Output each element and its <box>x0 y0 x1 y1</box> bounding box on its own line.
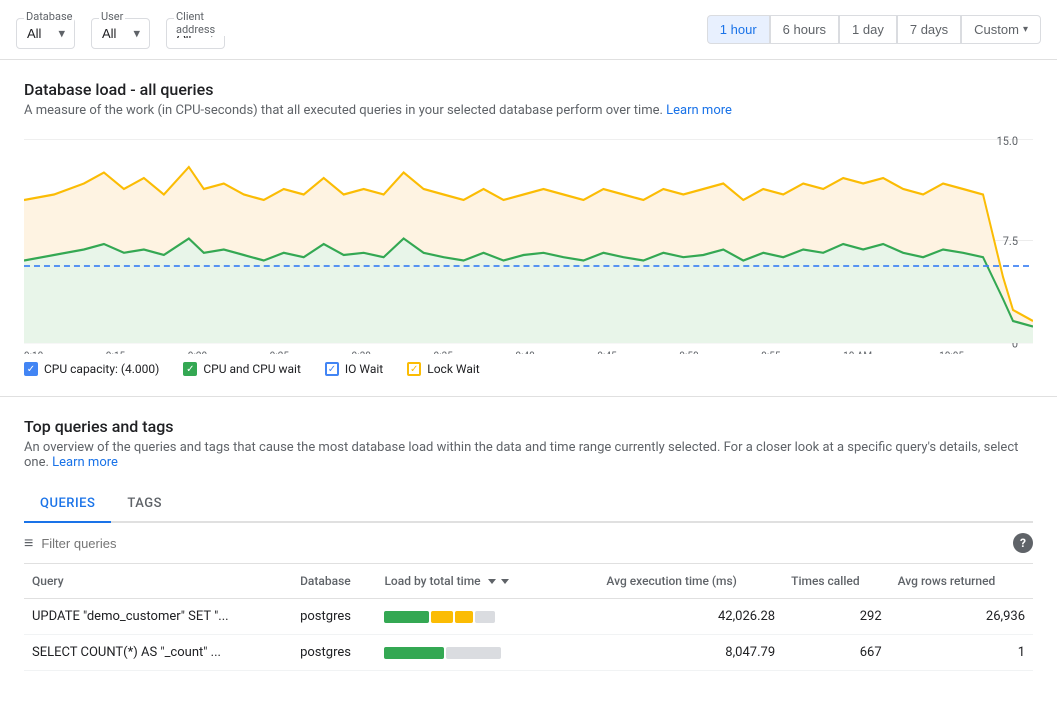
cell-avg-exec-1: 42,026.28 <box>598 599 783 635</box>
database-load-desc: A measure of the work (in CPU-seconds) t… <box>24 103 1033 118</box>
table-header-row: Query Database Load by total time Avg ex… <box>24 564 1033 599</box>
legend-checkbox-lock-wait: ✓ <box>407 362 421 376</box>
database-load-title: Database load - all queries <box>24 80 1033 99</box>
cell-avg-exec-2: 8,047.79 <box>598 635 783 671</box>
svg-text:9:30: 9:30 <box>352 349 371 354</box>
table-row[interactable]: SELECT COUNT(*) AS "_count" ... postgres… <box>24 635 1033 671</box>
chart-container: 15.0 7.5 0 9:10 9:15 9:20 9:25 9:30 9:35… <box>24 134 1033 354</box>
th-avg-rows: Avg rows returned <box>890 564 1033 599</box>
legend-label-cpu-wait: CPU and CPU wait <box>203 362 301 376</box>
svg-text:9:45: 9:45 <box>597 349 616 354</box>
cell-query-2: SELECT COUNT(*) AS "_count" ... <box>24 635 292 671</box>
svg-text:9:25: 9:25 <box>270 349 289 354</box>
load-segment-orange-1a <box>431 611 453 623</box>
chart-legend: ✓ CPU capacity: (4.000) ✓ CPU and CPU wa… <box>24 362 1033 376</box>
filter-bar: Database All User All Client address All… <box>0 0 1057 60</box>
svg-text:9:40: 9:40 <box>516 349 535 354</box>
load-segment-green-1 <box>384 611 429 623</box>
th-avg-exec-time: Avg execution time (ms) <box>598 564 783 599</box>
queries-section: Top queries and tags An overview of the … <box>0 397 1057 671</box>
load-segment-orange-1b <box>455 611 473 623</box>
svg-text:15.0: 15.0 <box>997 134 1018 148</box>
user-label: User <box>99 10 125 23</box>
filter-queries-input[interactable] <box>41 536 1013 551</box>
load-segment-gray-1 <box>475 611 495 623</box>
help-icon[interactable]: ? <box>1013 533 1033 553</box>
cell-query-1: UPDATE "demo_customer" SET "... <box>24 599 292 635</box>
th-database: Database <box>292 564 376 599</box>
svg-text:9:55: 9:55 <box>761 349 780 354</box>
sort-arrow-icon <box>501 579 509 584</box>
load-segment-green-2 <box>384 647 444 659</box>
legend-label-lock-wait: Lock Wait <box>427 362 479 376</box>
learn-more-link-queries[interactable]: Learn more <box>52 455 118 470</box>
th-times-called: Times called <box>783 564 890 599</box>
svg-text:7.5: 7.5 <box>1003 234 1019 249</box>
legend-cpu-wait[interactable]: ✓ CPU and CPU wait <box>183 362 301 376</box>
svg-text:9:20: 9:20 <box>188 349 207 354</box>
time-buttons: 1 hour 6 hours 1 day 7 days Custom ▾ <box>707 15 1041 44</box>
cell-avg-rows-2: 1 <box>890 635 1033 671</box>
table-row[interactable]: UPDATE "demo_customer" SET "... postgres… <box>24 599 1033 635</box>
filter-lines-icon: ≡ <box>24 533 33 553</box>
cell-avg-rows-1: 26,936 <box>890 599 1033 635</box>
time-btn-6hours[interactable]: 6 hours <box>770 15 839 44</box>
cell-database-1: postgres <box>292 599 376 635</box>
time-btn-custom[interactable]: Custom ▾ <box>961 15 1041 44</box>
cell-database-2: postgres <box>292 635 376 671</box>
svg-text:10:05: 10:05 <box>939 349 964 354</box>
svg-text:9:10: 9:10 <box>24 349 43 354</box>
learn-more-link-load[interactable]: Learn more <box>666 103 732 118</box>
checkmark-icon: ✓ <box>27 364 35 375</box>
queries-title: Top queries and tags <box>24 417 1033 436</box>
time-btn-1day[interactable]: 1 day <box>839 15 897 44</box>
cell-load-1 <box>376 599 598 635</box>
load-bar-2 <box>384 647 544 659</box>
legend-label-io-wait: IO Wait <box>345 362 383 376</box>
queries-table: Query Database Load by total time Avg ex… <box>24 564 1033 671</box>
cell-load-2 <box>376 635 598 671</box>
time-btn-7days[interactable]: 7 days <box>897 15 961 44</box>
svg-text:10 AM: 10 AM <box>843 349 872 354</box>
tab-queries[interactable]: QUERIES <box>24 486 111 523</box>
legend-checkbox-io-wait: ✓ <box>325 362 339 376</box>
checkmark-icon-4: ✓ <box>410 364 418 375</box>
svg-text:9:15: 9:15 <box>106 349 125 354</box>
legend-lock-wait[interactable]: ✓ Lock Wait <box>407 362 479 376</box>
database-label: Database <box>24 10 74 23</box>
chevron-down-icon: ▾ <box>1023 24 1028 35</box>
sort-down-icon <box>488 579 496 584</box>
filter-row: ≡ ? <box>24 523 1033 564</box>
load-segment-gray-2 <box>446 647 501 659</box>
client-address-label: Client address <box>174 10 225 36</box>
legend-io-wait[interactable]: ✓ IO Wait <box>325 362 383 376</box>
tabs: QUERIES TAGS <box>24 486 1033 523</box>
legend-checkbox-cpu-capacity: ✓ <box>24 362 38 376</box>
checkmark-icon-3: ✓ <box>328 364 336 375</box>
checkmark-icon-2: ✓ <box>186 364 194 375</box>
time-btn-1hour[interactable]: 1 hour <box>707 15 770 44</box>
tab-tags[interactable]: TAGS <box>111 486 178 523</box>
database-load-section: Database load - all queries A measure of… <box>0 60 1057 397</box>
legend-checkbox-cpu-wait: ✓ <box>183 362 197 376</box>
cell-times-called-1: 292 <box>783 599 890 635</box>
legend-label-cpu-capacity: CPU capacity: (4.000) <box>44 362 159 376</box>
legend-cpu-capacity[interactable]: ✓ CPU capacity: (4.000) <box>24 362 159 376</box>
queries-desc: An overview of the queries and tags that… <box>24 440 1033 470</box>
svg-text:9:50: 9:50 <box>679 349 698 354</box>
svg-text:9:35: 9:35 <box>434 349 453 354</box>
chart-svg: 15.0 7.5 0 9:10 9:15 9:20 9:25 9:30 9:35… <box>24 134 1033 354</box>
load-bar-1 <box>384 611 544 623</box>
cell-times-called-2: 667 <box>783 635 890 671</box>
th-query: Query <box>24 564 292 599</box>
th-load-total-time[interactable]: Load by total time <box>376 564 598 599</box>
